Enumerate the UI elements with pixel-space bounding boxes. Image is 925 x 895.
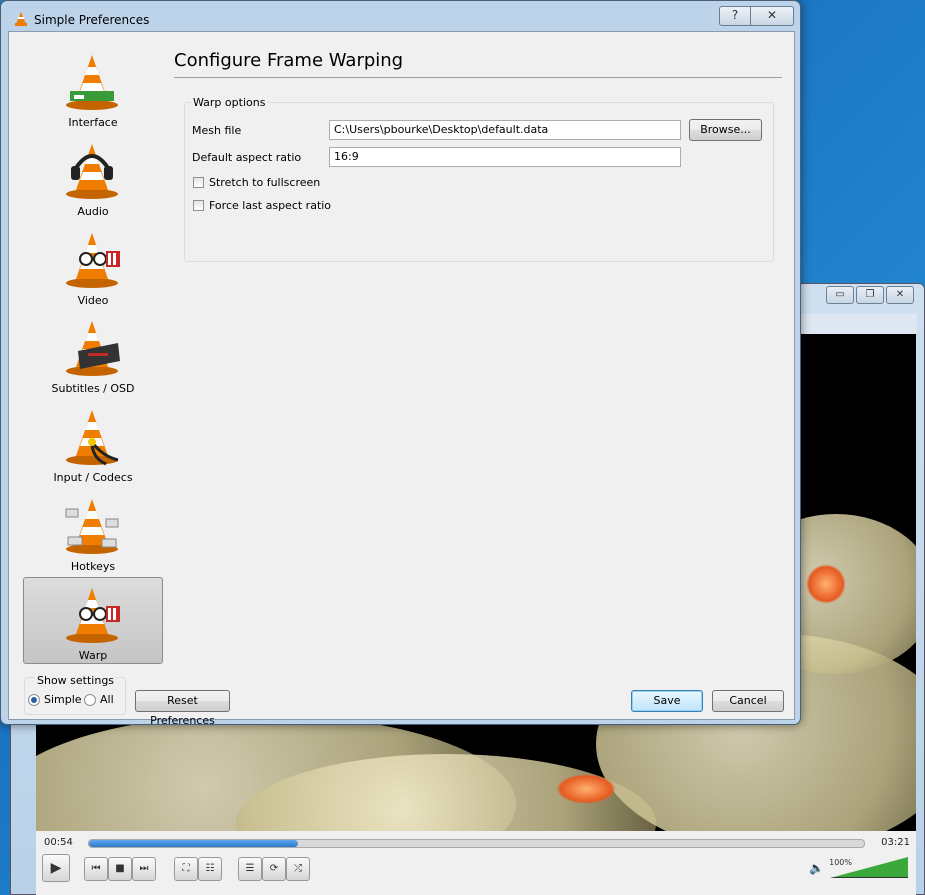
close-button[interactable]: ✕ — [751, 6, 794, 26]
stop-icon[interactable]: ■ — [108, 857, 132, 881]
browse-button[interactable]: Browse... — [689, 119, 762, 141]
play-icon[interactable]: ▶ — [42, 854, 70, 882]
sidebar-item-warp[interactable]: Warp — [23, 576, 163, 664]
force-aspect-label: Force last aspect ratio — [209, 199, 332, 212]
stretch-label: Stretch to fullscreen — [209, 176, 321, 189]
aspect-ratio-field[interactable]: 16:9 — [329, 147, 681, 167]
extended-settings-icon[interactable]: ☷ — [198, 857, 222, 881]
vlc-cone-subtitles-icon — [62, 317, 122, 377]
reset-preferences-button[interactable]: Reset Preferences — [135, 690, 230, 727]
save-button[interactable]: Save — [631, 690, 703, 712]
preferences-dialog: Simple Preferences ? ✕ Interface Audio V… — [0, 0, 801, 727]
title-divider — [174, 77, 782, 78]
aspect-ratio-label: Default aspect ratio — [192, 151, 302, 164]
vlc-cone-headphones-icon — [62, 140, 122, 200]
mesh-file-field[interactable]: C:\Users\pbourke\Desktop\default.data — [329, 120, 681, 140]
loop-icon[interactable]: ⟳ — [262, 857, 286, 881]
sidebar-item-label: Interface — [68, 116, 118, 129]
mesh-file-label: Mesh file — [192, 124, 242, 137]
minimize-button[interactable]: ▭ — [826, 286, 854, 304]
radio-all-row[interactable]: All — [84, 693, 114, 706]
player-window-buttons: ▭ ❐ ✕ — [826, 286, 914, 304]
radio-simple-row[interactable]: Simple — [28, 693, 82, 706]
sidebar-item-interface[interactable]: Interface — [23, 44, 163, 131]
vlc-cone-glasses-icon — [62, 584, 122, 644]
radio-simple-label: Simple — [44, 693, 82, 706]
sidebar-item-label: Video — [77, 293, 109, 307]
vlc-cone-keys-icon — [62, 495, 122, 555]
player-controls: 00:54 03:21 ▶ ⏮ ■ ⏭ ⛶ ☷ ☰ ⟳ ⤮ 🔈 100% — [36, 831, 916, 895]
cancel-button[interactable]: Cancel — [712, 690, 784, 712]
sidebar-item-label: Input / Codecs — [53, 471, 133, 485]
sidebar-item-hotkeys[interactable]: Hotkeys — [23, 488, 163, 575]
group-title: Warp options — [191, 96, 268, 109]
total-time: 03:21 — [881, 837, 910, 848]
elapsed-time: 00:54 — [44, 837, 73, 848]
fullscreen-icon[interactable]: ⛶ — [174, 857, 198, 881]
shuffle-icon[interactable]: ⤮ — [286, 857, 310, 881]
player-close-button[interactable]: ✕ — [886, 286, 914, 304]
show-settings-title: Show settings — [35, 674, 117, 687]
sidebar-item-subtitles[interactable]: Subtitles / OSD — [23, 310, 163, 397]
previous-icon[interactable]: ⏮ — [84, 857, 108, 881]
category-sidebar: Interface Audio Video Subtitles / OSD In… — [23, 44, 165, 666]
sidebar-item-label: Hotkeys — [70, 559, 116, 573]
sidebar-item-label: Audio — [77, 204, 109, 218]
sidebar-item-input-codecs[interactable]: Input / Codecs — [23, 399, 163, 486]
radio-all-label: All — [100, 693, 114, 706]
vlc-cone-interface-icon — [62, 51, 122, 111]
radio-all[interactable] — [84, 693, 96, 706]
force-aspect-checkbox-row[interactable]: Force last aspect ratio — [193, 199, 331, 212]
next-icon[interactable]: ⏭ — [132, 857, 156, 881]
force-aspect-checkbox[interactable] — [193, 200, 204, 211]
dialog-client: Interface Audio Video Subtitles / OSD In… — [8, 31, 795, 727]
speaker-icon[interactable]: 🔈 — [809, 861, 824, 875]
vlc-cone-cables-icon — [62, 406, 122, 466]
sidebar-item-label: Subtitles / OSD — [51, 382, 135, 396]
restore-button[interactable]: ❐ — [856, 286, 884, 304]
radio-simple[interactable] — [28, 693, 40, 706]
player-menubar — [791, 314, 917, 335]
playlist-icon[interactable]: ☰ — [238, 857, 262, 881]
volume-label: 100% — [829, 858, 852, 867]
stretch-checkbox-row[interactable]: Stretch to fullscreen — [193, 176, 320, 189]
stretch-checkbox[interactable] — [193, 177, 204, 188]
vlc-cone-glasses-icon — [62, 229, 122, 289]
sidebar-item-video[interactable]: Video — [23, 222, 163, 309]
seek-progress — [89, 840, 299, 847]
dialog-title: Simple Preferences — [34, 13, 150, 27]
page-title: Configure Frame Warping — [174, 50, 404, 71]
dialog-titlebar: Simple Preferences ? ✕ — [1, 1, 800, 35]
sidebar-item-label: Warp — [78, 648, 108, 662]
vlc-cone-icon — [14, 12, 28, 29]
seek-bar[interactable] — [88, 839, 865, 848]
sidebar-item-audio[interactable]: Audio — [23, 133, 163, 220]
help-button[interactable]: ? — [719, 6, 751, 26]
